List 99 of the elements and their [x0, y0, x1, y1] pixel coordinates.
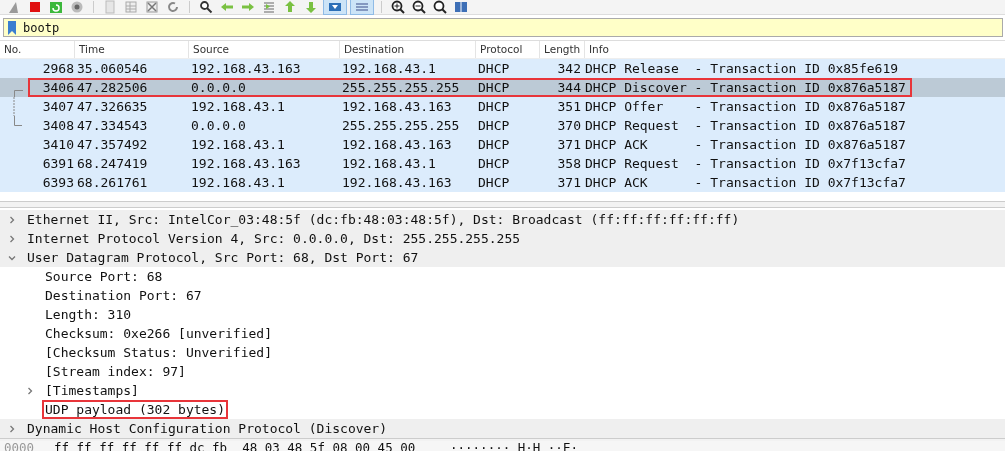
destination-cell-text: 192.168.43.163	[341, 137, 453, 152]
number-cell-text: 3407	[41, 99, 74, 114]
source-cell-text: 0.0.0.0	[190, 118, 247, 133]
forward-button[interactable]	[240, 0, 256, 14]
chevron-right-icon[interactable]	[25, 385, 35, 396]
destination-cell-text: 192.168.43.163	[341, 99, 453, 114]
autoscroll-button[interactable]	[324, 0, 346, 14]
first-icon	[283, 0, 297, 14]
goto-icon	[262, 0, 276, 14]
info-cell-text: DHCP Request - Transaction ID 0x7f13cfa7	[584, 156, 907, 171]
protocol-cell-text: DHCP	[477, 118, 511, 133]
stop-button[interactable]	[27, 0, 43, 14]
packet-row[interactable]: 3408 47.334543 0.0.0.0 255.255.255.255 DHCP 370 DHCP Request - Transaction ID 0x876a5187	[0, 116, 1005, 135]
field-tree-item[interactable]: [Checksum Status: Unverified]	[42, 343, 275, 362]
chevron-right-icon[interactable]	[7, 233, 17, 244]
column-header[interactable]: No.	[0, 41, 75, 58]
close-button[interactable]	[144, 0, 160, 14]
field-tree-item[interactable]: [Timestamps]	[42, 381, 142, 400]
number-cell-text: 2968	[41, 61, 74, 76]
number-cell-text: 3406	[41, 80, 74, 95]
colorize-button[interactable]	[351, 0, 373, 14]
packet-row[interactable]: 3406 47.282506 0.0.0.0 255.255.255.255 DHCP 344 DHCP Discover - Transaction ID 0x876a5187	[0, 78, 1005, 97]
last-icon	[304, 0, 318, 14]
packet-row[interactable]: 3410 47.357492 192.168.43.1 192.168.43.163 DHCP 371 DHCP ACK - Transaction ID 0x876a5187	[0, 135, 1005, 154]
info-cell-text: DHCP ACK - Transaction ID 0x876a5187	[584, 137, 907, 152]
destination-cell-text: 192.168.43.1	[341, 61, 437, 76]
zoom-out-button[interactable]	[411, 0, 427, 14]
source-cell-text: 192.168.43.163	[190, 156, 302, 171]
stop-icon	[28, 0, 42, 14]
length-cell-text: 358	[556, 156, 581, 171]
column-header[interactable]: Info	[585, 41, 609, 58]
column-header[interactable]: Length	[540, 41, 585, 58]
reload-icon	[166, 0, 180, 14]
reload-button[interactable]	[165, 0, 181, 14]
packet-row[interactable]: 3407 47.326635 192.168.43.1 192.168.43.163 DHCP 351 DHCP Offer - Transaction ID 0x876a5187	[0, 97, 1005, 116]
display-filter-field[interactable]: bootp	[3, 18, 1003, 37]
field-tree-item[interactable]: [Stream index: 97]	[42, 362, 189, 381]
column-header[interactable]: Destination	[340, 41, 476, 58]
zoom-in-button[interactable]	[390, 0, 406, 14]
length-cell-text: 371	[556, 137, 581, 152]
destination-cell-text: 255.255.255.255	[341, 118, 461, 133]
number-cell-text: 3410	[41, 137, 74, 152]
time-cell-text: 68.247419	[76, 156, 149, 171]
number-cell-text: 6391	[41, 156, 74, 171]
forward-icon	[241, 0, 255, 14]
packet-row[interactable]: 2968 35.060546 192.168.43.163 192.168.43.1 DHCP 342 DHCP Release - Transaction ID 0x85fe619	[0, 59, 1005, 78]
time-cell-text: 47.282506	[76, 80, 149, 95]
info-cell-text: DHCP Request - Transaction ID 0x876a5187	[584, 118, 907, 133]
destination-cell-text: 192.168.43.163	[341, 175, 453, 190]
protocol-cell-text: DHCP	[477, 61, 511, 76]
length-cell-text: 351	[556, 99, 581, 114]
goto-button[interactable]	[261, 0, 277, 14]
length-cell-text: 370	[556, 118, 581, 133]
back-icon	[220, 0, 234, 14]
column-header[interactable]: Protocol	[476, 41, 540, 58]
info-cell-text: DHCP Offer - Transaction ID 0x876a5187	[584, 99, 907, 114]
protocol-cell-text: DHCP	[477, 137, 511, 152]
time-cell-text: 47.357492	[76, 137, 149, 152]
destination-cell-text: 192.168.43.1	[341, 156, 437, 171]
time-cell-text: 47.334543	[76, 118, 149, 133]
chevron-right-icon[interactable]	[7, 423, 17, 434]
source-cell-text: 192.168.43.163	[190, 61, 302, 76]
time-cell-text: 68.261761	[76, 175, 149, 190]
number-cell-text: 3408	[41, 118, 74, 133]
protocol-cell-text: DHCP	[477, 175, 511, 190]
field-tree-item[interactable]: Length: 310	[42, 305, 135, 324]
field-tree-item[interactable]: Source Port: 68	[42, 267, 166, 286]
restart-button[interactable]	[48, 0, 64, 14]
protocol-cell-text: DHCP	[477, 80, 511, 95]
protocol-cell-text: DHCP	[477, 156, 511, 171]
number-cell-text: 6393	[41, 175, 74, 190]
chevron-right-icon[interactable]	[7, 214, 17, 225]
destination-cell-text: 255.255.255.255	[341, 80, 461, 95]
time-cell-text: 35.060546	[76, 61, 149, 76]
autoscroll-icon	[328, 0, 342, 14]
colorize-icon	[355, 0, 369, 14]
find-button[interactable]	[198, 0, 214, 14]
time-cell-text: 47.326635	[76, 99, 149, 114]
source-cell-text: 0.0.0.0	[190, 80, 247, 95]
column-header[interactable]: Time	[75, 41, 189, 58]
zoom-reset-button[interactable]	[432, 0, 448, 14]
field-tree-item[interactable]: Destination Port: 67	[42, 286, 205, 305]
source-cell-text: 192.168.43.1	[190, 175, 286, 190]
bookmark-icon[interactable]	[7, 20, 17, 35]
packet-row[interactable]: 6391 68.247419 192.168.43.163 192.168.43.1 DHCP 358 DHCP Request - Transaction ID 0x7f13cfa7	[0, 154, 1005, 173]
protocol-cell-text: DHCP	[477, 99, 511, 114]
length-cell-text: 371	[556, 175, 581, 190]
field-tree-item[interactable]: UDP payload (302 bytes)	[42, 400, 228, 419]
field-tree-item[interactable]: Checksum: 0xe266 [unverified]	[42, 324, 275, 343]
info-cell-text: DHCP Release - Transaction ID 0x85fe619	[584, 61, 900, 76]
packet-row[interactable]: 6393 68.261761 192.168.43.1 192.168.43.163 DHCP 371 DHCP ACK - Transaction ID 0x7f13cfa7	[0, 173, 1005, 192]
source-cell-text: 192.168.43.1	[190, 137, 286, 152]
source-cell-text: 192.168.43.1	[190, 99, 286, 114]
back-button[interactable]	[219, 0, 235, 14]
column-header[interactable]: Source	[189, 41, 340, 58]
length-cell-text: 342	[556, 61, 581, 76]
info-cell-text: DHCP Discover - Transaction ID 0x876a5187	[584, 80, 907, 95]
info-cell-text: DHCP ACK - Transaction ID 0x7f13cfa7	[584, 175, 907, 190]
length-cell-text: 344	[556, 80, 581, 95]
